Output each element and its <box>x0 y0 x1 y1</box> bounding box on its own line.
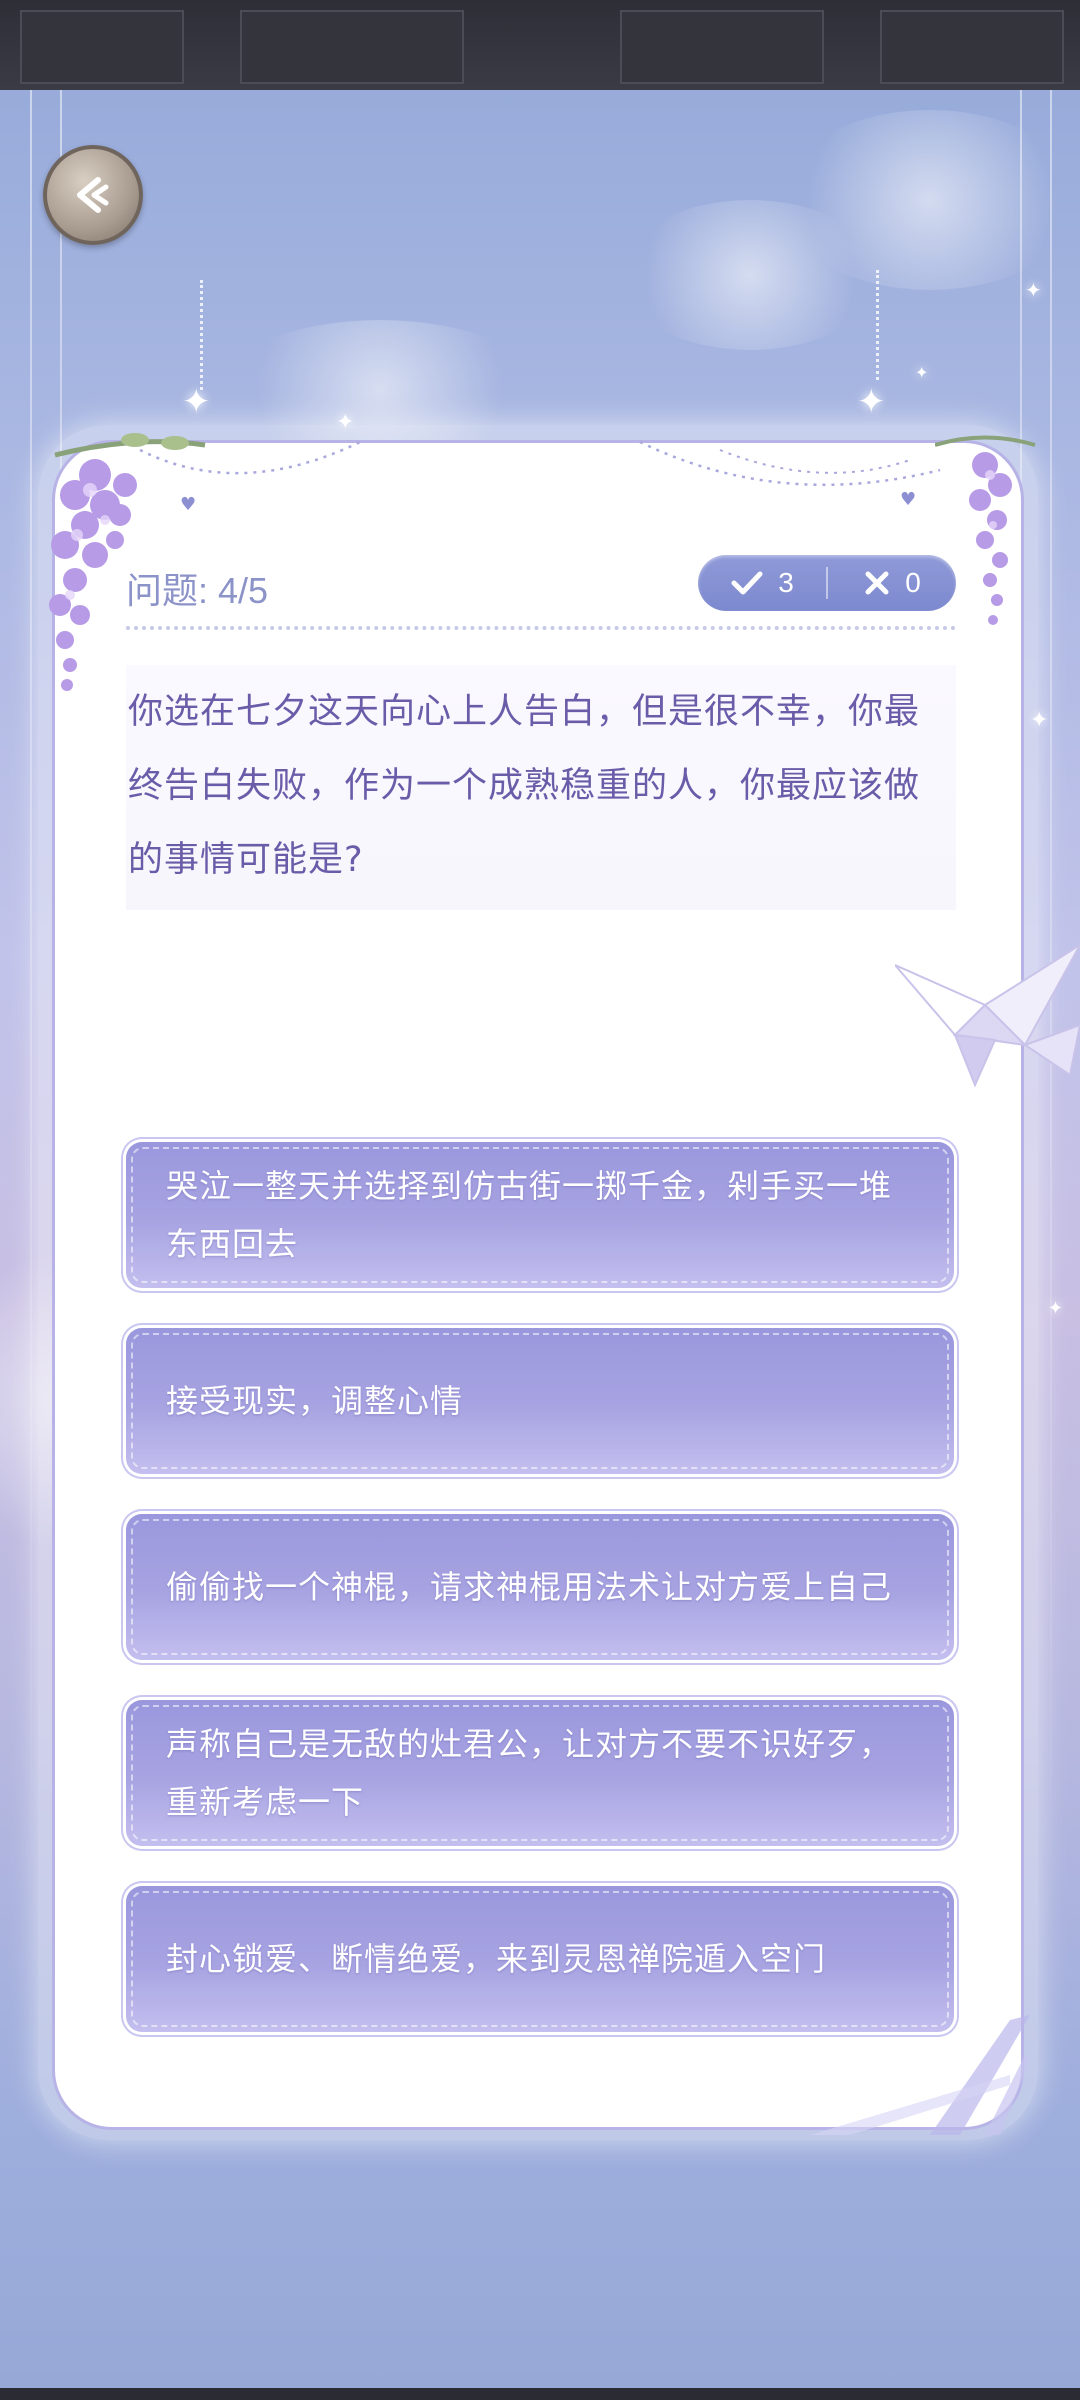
corner-stripe-decoration <box>810 2015 1030 2135</box>
cross-icon <box>865 571 889 595</box>
question-text: 你选在七夕这天向心上人告白，但是很不幸，你最终告白失败，作为一个成熟稳重的人，你… <box>128 692 921 880</box>
answer-option-label: 声称自己是无敌的灶君公，让对方不要不识好歹，重新考虑一下 <box>166 1725 893 1821</box>
answer-option-1[interactable]: 哭泣一整天并选择到仿古街一掷千金，剁手买一堆东西回去 <box>126 1142 954 1288</box>
check-icon <box>731 571 763 595</box>
rooftop-decoration <box>20 10 184 84</box>
paper-crane-decoration <box>895 944 1080 1088</box>
top-game-strip <box>0 0 1080 90</box>
rooftop-decoration <box>880 10 1064 84</box>
answer-option-4[interactable]: 声称自己是无敌的灶君公，让对方不要不识好歹，重新考虑一下 <box>126 1700 954 1846</box>
question-progress: 问题: 4/5 <box>126 570 269 611</box>
answer-option-2[interactable]: 接受现实，调整心情 <box>126 1328 954 1474</box>
answer-option-3[interactable]: 偷偷找一个神棍，请求神棍用法术让对方爱上自己 <box>126 1514 954 1660</box>
correct-score: 3 <box>698 567 826 599</box>
bottom-bar <box>0 2388 1080 2400</box>
back-button[interactable] <box>43 145 143 245</box>
sparkle-icon: ✦ <box>857 382 886 422</box>
rooftop-decoration <box>240 10 464 84</box>
wrong-count: 0 <box>905 567 921 598</box>
hanging-string <box>200 280 203 390</box>
hanging-string <box>876 270 879 380</box>
sparkle-icon: ✦ <box>1048 1298 1064 1319</box>
curtain-decoration <box>30 90 32 1890</box>
garland-decoration: ♥ ♥ <box>139 440 941 515</box>
rooftop-decoration <box>620 10 824 84</box>
svg-text:♥: ♥ <box>900 489 916 510</box>
answer-option-label: 偷偷找一个神棍，请求神棍用法术让对方爱上自己 <box>166 1568 893 1606</box>
score-pill: 3 0 <box>698 555 956 611</box>
answer-option-label: 接受现实，调整心情 <box>166 1382 464 1420</box>
header-divider <box>126 626 956 630</box>
wrong-score: 0 <box>828 567 956 599</box>
cloud-decoration <box>780 110 1080 290</box>
correct-count: 3 <box>778 567 794 598</box>
sparkle-icon: ✦ <box>182 382 211 422</box>
sparkle-icon: ✦ <box>915 363 929 382</box>
answer-option-label: 哭泣一整天并选择到仿古街一掷千金，剁手买一堆东西回去 <box>166 1167 893 1263</box>
back-arrow-icon <box>77 177 109 213</box>
quiz-screen: ✦ ✦ ✦ ✦ ✦ ✦ ✦ ♥ ♥ 问题: 4/5 3 0 你选在七夕这天向心上… <box>0 0 1080 2400</box>
sparkle-icon: ✦ <box>1025 278 1042 302</box>
answer-option-5[interactable]: 封心锁爱、断情绝爱，来到灵恩禅院遁入空门 <box>126 1886 954 2032</box>
answer-option-label: 封心锁爱、断情绝爱，来到灵恩禅院遁入空门 <box>166 1940 827 1978</box>
wisteria-decoration <box>935 435 1036 625</box>
